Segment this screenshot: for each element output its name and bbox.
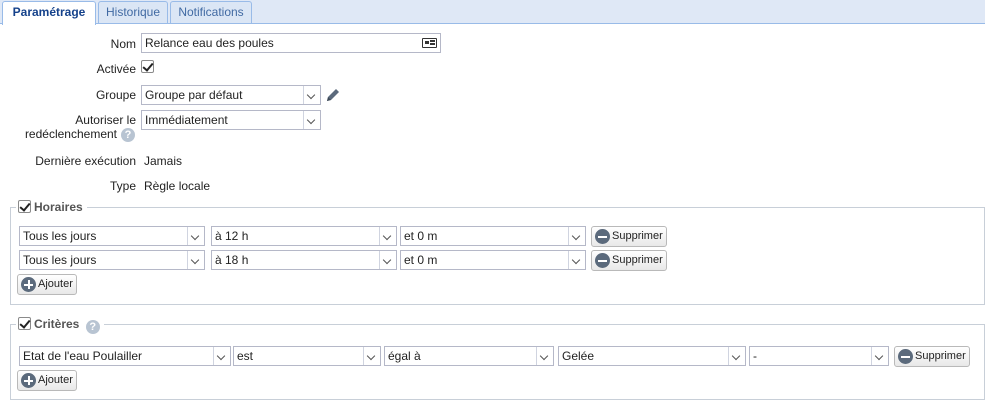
minus-circle-icon <box>595 229 610 244</box>
chevron-down-icon[interactable] <box>568 227 585 245</box>
horaires-legend: Horaires <box>16 200 87 214</box>
criteres-legend: Critères ? <box>16 317 104 334</box>
chevron-down-icon[interactable] <box>536 347 553 365</box>
type-label: Type <box>109 179 136 193</box>
horaire-delete-button[interactable]: Supprimer <box>591 250 667 271</box>
chevron-down-icon[interactable] <box>379 227 396 245</box>
plus-circle-icon <box>21 277 36 292</box>
critere-operateur-select[interactable]: égal à <box>384 346 554 366</box>
derniere-execution-value: Jamais <box>144 154 183 168</box>
tab-historique[interactable]: Historique <box>98 1 168 23</box>
critere-verbe-select[interactable]: est <box>233 346 381 366</box>
horaire-heure-value: à 12 h <box>215 229 249 243</box>
horaire-jours-select[interactable]: Tous les jours <box>19 250 205 270</box>
critere-extra-value: - <box>753 349 757 363</box>
horaires-title: Horaires <box>34 200 83 214</box>
tab-bar: Paramétrage Historique Notifications <box>0 0 985 25</box>
nom-input[interactable]: Relance eau des poules <box>141 33 441 53</box>
critere-add-label: Ajouter <box>38 374 73 386</box>
horaire-heure-select[interactable]: à 18 h <box>211 250 397 270</box>
critere-valeur-value: Gelée <box>562 349 595 363</box>
chevron-down-icon[interactable] <box>303 86 320 104</box>
minus-circle-icon <box>595 253 610 268</box>
groupe-label: Groupe <box>95 88 136 102</box>
chevron-down-icon[interactable] <box>303 111 320 129</box>
chevron-down-icon[interactable] <box>871 347 888 365</box>
critere-operateur-value: égal à <box>388 349 421 363</box>
critere-delete-button[interactable]: Supprimer <box>894 346 970 367</box>
chevron-down-icon[interactable] <box>728 347 745 365</box>
horaire-add-label: Ajouter <box>38 278 73 290</box>
horaire-minute-select[interactable]: et 0 m <box>400 250 586 270</box>
horaire-heure-value: à 18 h <box>215 253 249 267</box>
horaire-minute-value: et 0 m <box>404 253 438 267</box>
critere-sujet-select[interactable]: Etat de l'eau Poulailler <box>19 346 231 366</box>
horaire-delete-label: Supprimer <box>612 254 663 266</box>
redeclenchement-value: Immédiatement <box>145 113 228 127</box>
tab-notifications[interactable]: Notifications <box>170 1 252 23</box>
activee-label: Activée <box>96 62 136 76</box>
criteres-title: Critères <box>34 317 80 331</box>
horaire-jours-value: Tous les jours <box>23 229 97 243</box>
derniere-execution-label: Dernière exécution <box>35 154 136 168</box>
chevron-down-icon[interactable] <box>363 347 380 365</box>
type-value: Règle locale <box>144 179 211 193</box>
horaire-jours-select[interactable]: Tous les jours <box>19 226 205 246</box>
chevron-down-icon[interactable] <box>187 227 204 245</box>
critere-delete-label: Supprimer <box>915 350 966 362</box>
horaire-minute-select[interactable]: et 0 m <box>400 226 586 246</box>
groupe-value: Groupe par défaut <box>145 88 243 102</box>
critere-extra-select[interactable]: - <box>749 346 889 366</box>
horaire-jours-value: Tous les jours <box>23 253 97 267</box>
chevron-down-icon[interactable] <box>379 251 396 269</box>
horaire-delete-button[interactable]: Supprimer <box>591 226 667 247</box>
groupe-select[interactable]: Groupe par défaut <box>141 85 321 105</box>
pencil-icon[interactable] <box>324 86 342 104</box>
redeclenchement-label-line1: Autoriser le <box>75 113 136 127</box>
help-icon[interactable]: ? <box>85 320 100 334</box>
critere-add-button[interactable]: Ajouter <box>17 370 77 391</box>
activee-checkbox[interactable] <box>141 60 154 73</box>
tab-parametrage[interactable]: Paramétrage <box>2 1 96 25</box>
chevron-down-icon[interactable] <box>213 347 230 365</box>
criteres-border <box>10 324 985 325</box>
nom-value: Relance eau des poules <box>145 36 274 50</box>
nom-label: Nom <box>110 37 136 51</box>
criteres-checkbox[interactable] <box>18 317 31 330</box>
help-icon[interactable]: ? <box>121 128 135 142</box>
redeclenchement-label-line2: redéclenchement <box>24 127 117 141</box>
horaires-checkbox[interactable] <box>18 200 31 213</box>
minus-circle-icon <box>898 349 913 364</box>
plus-circle-icon <box>21 373 36 388</box>
horaire-delete-label: Supprimer <box>612 230 663 242</box>
chevron-down-icon[interactable] <box>187 251 204 269</box>
horaire-heure-select[interactable]: à 12 h <box>211 226 397 246</box>
horaires-border <box>10 207 985 208</box>
chevron-down-icon[interactable] <box>568 251 585 269</box>
card-icon[interactable] <box>422 38 437 48</box>
redeclenchement-select[interactable]: Immédiatement <box>141 110 321 130</box>
critere-valeur-select[interactable]: Gelée <box>558 346 746 366</box>
horaire-add-button[interactable]: Ajouter <box>17 274 77 295</box>
horaire-minute-value: et 0 m <box>404 229 438 243</box>
critere-sujet-value: Etat de l'eau Poulailler <box>23 349 143 363</box>
critere-verbe-value: est <box>237 349 254 363</box>
